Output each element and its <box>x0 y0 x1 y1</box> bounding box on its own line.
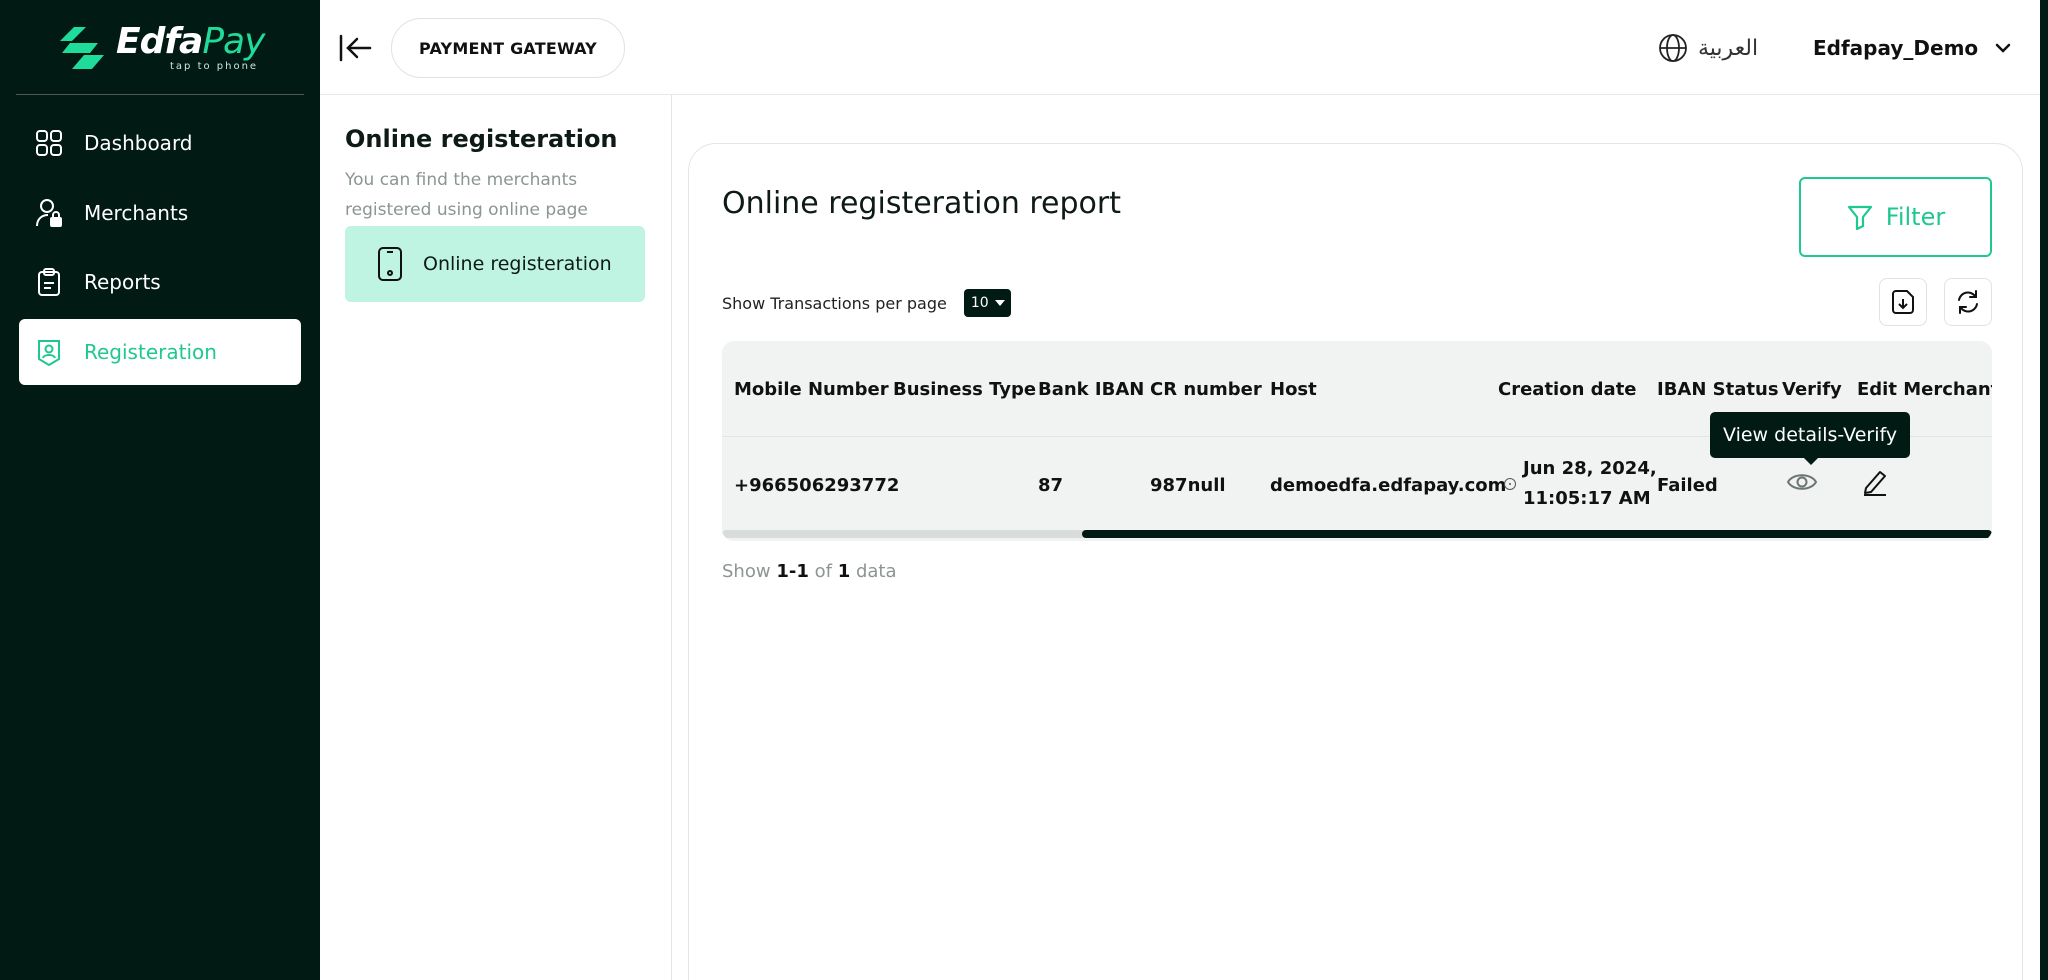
sidebar-divider <box>16 94 304 95</box>
user-lock-icon <box>34 198 64 228</box>
registration-subpanel: Online registeration You can find the me… <box>320 95 672 980</box>
filter-icon <box>1847 205 1872 231</box>
badge-user-icon <box>34 337 64 367</box>
chevron-down-icon <box>1995 43 2011 53</box>
caret-down-icon <box>994 300 1005 306</box>
column-header[interactable]: CR number <box>1150 379 1262 400</box>
sidebar-item-label: Reports <box>84 270 161 294</box>
column-header[interactable]: Business Type <box>893 379 1036 400</box>
per-page-select[interactable]: 10 <box>963 289 1011 317</box>
mobile-phone-icon <box>378 247 402 281</box>
language-label: العربية <box>1698 35 1759 61</box>
sidebar-item-registeration[interactable]: Registeration <box>19 319 301 385</box>
collapse-sidebar-icon[interactable] <box>337 30 373 66</box>
column-header[interactable]: Mobile Number <box>734 379 889 400</box>
cell-host: demoedfa.edfapay.com <box>1270 475 1507 496</box>
cell-creation-date: Jun 28, 2024, 11:05:17 AM <box>1523 454 1657 514</box>
scrollbar-thumb[interactable] <box>1082 530 1992 538</box>
export-file-icon <box>1892 290 1914 314</box>
globe-icon <box>1659 34 1687 62</box>
eye-icon <box>1787 474 1817 490</box>
filter-button[interactable]: Filter <box>1799 177 1992 257</box>
sidebar-item-label: Merchants <box>84 201 189 225</box>
payment-gateway-button[interactable]: PAYMENT GATEWAY <box>391 18 625 78</box>
subpanel-item-label: Online registeration <box>423 253 612 275</box>
subpanel-item-online-registeration[interactable]: Online registeration <box>345 226 645 302</box>
refresh-button[interactable] <box>1944 278 1992 326</box>
report-card: Online registeration report Filter Show … <box>688 143 2023 980</box>
column-header[interactable]: Host <box>1270 379 1317 400</box>
report-title: Online registeration report <box>722 186 1122 221</box>
column-header[interactable]: Edit Merchant <box>1857 379 1992 400</box>
edit-merchant-button[interactable] <box>1858 465 1892 499</box>
sidebar-item-label: Dashboard <box>84 131 193 155</box>
logo-mark-icon <box>60 25 110 71</box>
edfapay-logo[interactable]: EdfaPay tap to phone <box>60 20 265 76</box>
window-edge <box>2040 0 2048 980</box>
user-name: Edfapay_Demo <box>1813 36 1979 60</box>
cell-mobile-number: +966506293772 <box>734 475 900 496</box>
filter-label: Filter <box>1885 203 1946 231</box>
column-header[interactable]: IBAN Status <box>1657 379 1779 400</box>
logo-name: EdfaPay <box>116 21 265 62</box>
grid-icon <box>34 128 64 158</box>
column-header[interactable]: Creation date <box>1498 379 1637 400</box>
cell-bank-iban: 87 <box>1038 475 1064 496</box>
view-details-verify-button[interactable] <box>1785 465 1819 499</box>
pagination-info: Show 1-1 of 1 data <box>722 561 897 582</box>
per-page-control: Show Transactions per page 10 <box>722 288 1011 318</box>
user-menu[interactable]: Edfapay_Demo <box>1813 30 2012 66</box>
sidebar-item-dashboard[interactable]: Dashboard <box>19 110 301 176</box>
clock-icon <box>1504 478 1516 490</box>
date-line: Jun 28, 2024, <box>1523 458 1657 479</box>
per-page-label: Show Transactions per page <box>722 293 947 313</box>
time-line: 11:05:17 AM <box>1523 488 1651 509</box>
verify-tooltip: View details-Verify <box>1710 412 1911 465</box>
top-header: PAYMENT GATEWAY العربية Edfapay_Demo <box>320 0 2040 95</box>
column-header[interactable]: Verify <box>1782 379 1842 400</box>
pencil-icon <box>1864 471 1886 496</box>
subpanel-title: Online registeration <box>345 125 618 153</box>
logo-tagline: tap to phone <box>170 61 259 72</box>
column-header[interactable]: Bank IBAN <box>1038 379 1144 400</box>
sidebar-item-reports[interactable]: Reports <box>19 249 301 315</box>
cell-iban-status: Failed <box>1657 475 1718 496</box>
horizontal-scrollbar[interactable] <box>722 530 1992 538</box>
language-switch[interactable]: العربية <box>1658 30 1758 66</box>
sidebar-item-merchants[interactable]: Merchants <box>19 180 301 246</box>
clipboard-icon <box>34 267 64 297</box>
sidebar: EdfaPay tap to phone Dashboard Merchants <box>0 0 320 980</box>
refresh-icon <box>1958 290 1978 314</box>
export-button[interactable] <box>1879 278 1927 326</box>
cell-cr-number: 987null <box>1150 475 1226 496</box>
sidebar-item-label: Registeration <box>84 340 217 364</box>
subpanel-description: You can find the merchants registered us… <box>345 170 588 220</box>
